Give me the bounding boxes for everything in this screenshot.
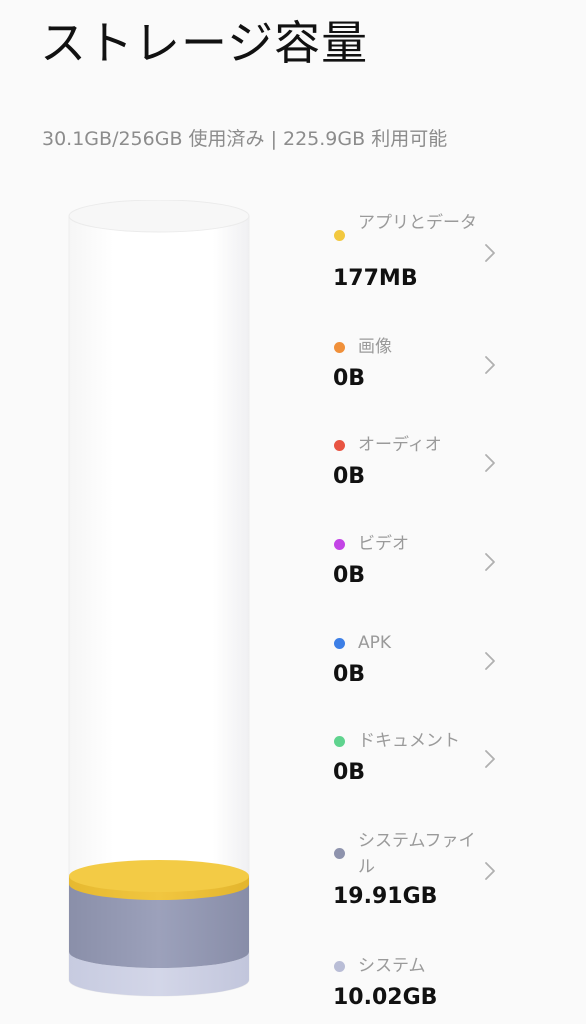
category-size: 0B: [333, 563, 366, 588]
category-label: ドキュメント: [358, 731, 460, 751]
category-label: オーディオ: [358, 435, 442, 455]
category-size: 0B: [333, 760, 366, 785]
chevron-right-icon: [482, 452, 498, 474]
chevron-right-icon: [482, 242, 498, 264]
category-color-dot: [334, 230, 345, 241]
category-color-dot: [334, 736, 345, 747]
segment-apps-top: [69, 860, 249, 892]
category-color-dot: [334, 342, 345, 353]
category-color-dot: [334, 638, 345, 649]
chevron-right-icon: [482, 748, 498, 770]
category-list: アプリとデータ 177MB 画像 0B オーディオ 0B ビデオ 0B APK: [330, 0, 586, 1024]
category-size: 177MB: [333, 266, 418, 291]
category-color-dot: [334, 539, 345, 550]
category-size: 10.02GB: [333, 985, 438, 1010]
category-label: ビデオ: [358, 534, 409, 554]
category-label: APK: [358, 633, 392, 653]
category-label: システムファイル: [358, 831, 476, 877]
chevron-right-icon: [482, 551, 498, 573]
category-color-dot: [334, 961, 345, 972]
chevron-right-icon: [482, 650, 498, 672]
chevron-right-icon: [482, 860, 498, 882]
category-item-images[interactable]: 画像 0B: [330, 334, 520, 398]
category-label: システム: [358, 956, 426, 976]
storage-cylinder: [66, 200, 252, 1000]
category-item-apk[interactable]: APK 0B: [330, 630, 520, 694]
category-size: 0B: [333, 662, 366, 687]
category-color-dot: [334, 440, 345, 451]
category-item-system-files[interactable]: システムファイル 19.91GB: [330, 828, 520, 918]
category-size: 19.91GB: [333, 884, 438, 909]
chevron-right-icon: [482, 354, 498, 376]
page-title: ストレージ容量: [40, 16, 369, 70]
category-item-audio[interactable]: オーディオ 0B: [330, 432, 520, 496]
cylinder-top: [68, 200, 250, 233]
category-item-system[interactable]: システム 10.02GB: [330, 953, 520, 1017]
category-label: 画像: [358, 337, 392, 357]
category-color-dot: [334, 848, 345, 859]
category-size: 0B: [333, 366, 366, 391]
category-item-video[interactable]: ビデオ 0B: [330, 531, 520, 595]
category-size: 0B: [333, 464, 366, 489]
category-item-documents[interactable]: ドキュメント 0B: [330, 728, 520, 792]
category-item-apps[interactable]: アプリとデータ 177MB: [330, 206, 520, 296]
category-label: アプリとデータ: [358, 213, 477, 233]
